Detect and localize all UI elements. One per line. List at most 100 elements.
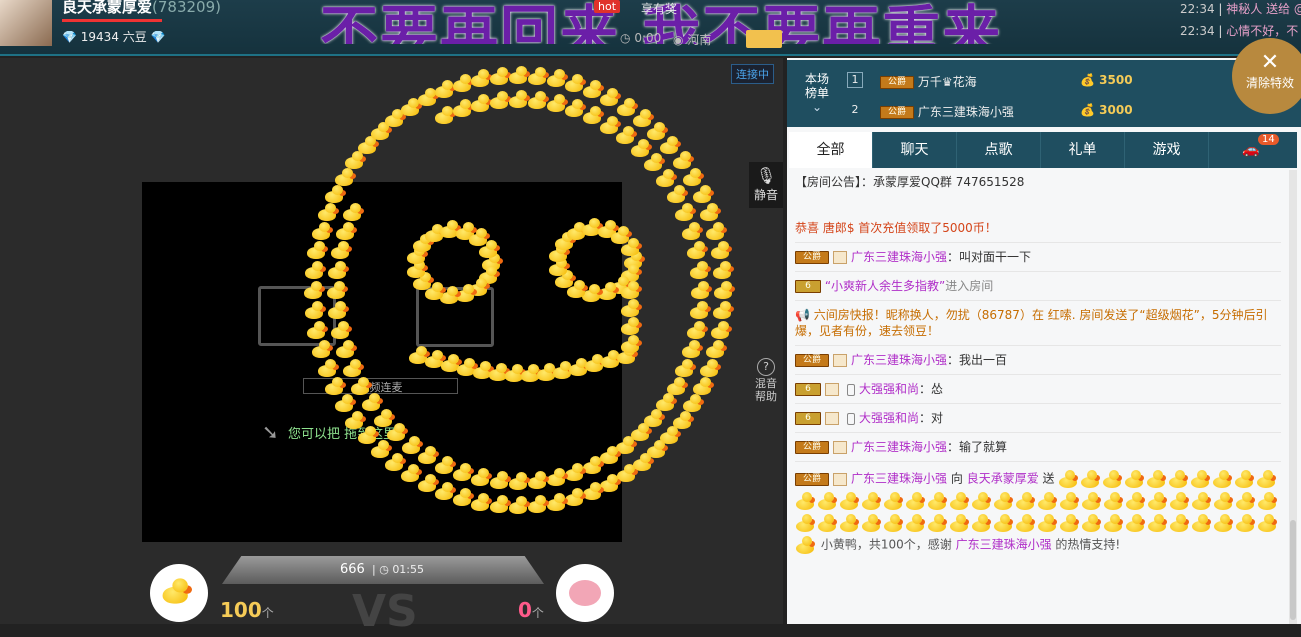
duck-icon: [1169, 513, 1191, 533]
gift-summary-user[interactable]: 广东三建珠海小强: [956, 538, 1052, 552]
duck-icon: [795, 491, 817, 511]
chat-user-name[interactable]: 广东三建珠海小强: [851, 353, 947, 367]
duck-icon: [1103, 491, 1125, 511]
tab-cars[interactable]: 🚗: [1209, 132, 1293, 168]
duck-icon: [1213, 491, 1235, 511]
user-level-icon: [825, 412, 839, 425]
anchor-avatar[interactable]: [0, 0, 52, 46]
duck-icon: [682, 340, 704, 359]
level-progress-bar: [62, 19, 162, 22]
mix-help-button[interactable]: ? 混音帮助: [749, 356, 783, 408]
duck-icon: [509, 496, 531, 515]
duck-icon: [1234, 469, 1256, 489]
chat-message: 公爵 广东三建珠海小强：叫对面干一下: [795, 243, 1281, 272]
beans-count: 💎 19434 六豆 💎: [62, 30, 166, 44]
duck-icon: [706, 222, 728, 241]
duck-gift-button[interactable]: [150, 564, 208, 622]
rank-row[interactable]: 1 公爵 万千♛花海 💰 3500: [847, 67, 1287, 95]
duck-icon: [621, 317, 643, 335]
diamond-icon: 💎: [150, 30, 166, 44]
duck-icon: [330, 241, 353, 260]
question-icon: ?: [757, 358, 775, 376]
chat-message: 6 大强强和尚：怂: [795, 375, 1281, 404]
duck-icon: [528, 471, 550, 490]
duck-icon: [1102, 469, 1124, 489]
clock-icon: | ◷: [372, 563, 393, 576]
chat-text: ：叫对面干一下: [947, 250, 1032, 264]
duck-icon: [1147, 513, 1169, 533]
rank-title[interactable]: 本场榜单: [803, 72, 831, 100]
duck-icon: [489, 471, 512, 490]
duck-icon: [690, 300, 712, 319]
duck-icon: [713, 300, 735, 319]
duck-icon: [839, 491, 861, 511]
duck-icon: [1103, 513, 1125, 533]
chat-text: ：我出一百: [947, 353, 1008, 367]
duck-icon: [335, 340, 358, 359]
tab-all[interactable]: 全部: [789, 132, 873, 168]
chat-text: 进入房间: [945, 279, 994, 293]
duck-icon: [692, 185, 715, 204]
duck-icon: [666, 185, 689, 204]
duke-badge: 公爵: [880, 106, 914, 119]
duck-icon: [1125, 513, 1147, 533]
rank-row[interactable]: 2 公爵 广东三建珠海小强 💰 3000: [847, 97, 1287, 125]
duck-icon: [666, 376, 689, 395]
anchor-name[interactable]: 良天承蒙厚爱(783209): [62, 0, 221, 17]
chat-user-name[interactable]: 广东三建珠海小强: [851, 440, 947, 454]
chat-tabs: 全部 聊天 点歌 礼单 游戏 🚗: [789, 132, 1297, 168]
broadcast-message: 📢 六间房快报！昵称换人，勿扰（86787）在 红嗦. 房间发送了“超级烟花”，…: [795, 301, 1281, 346]
duck-icon: [373, 408, 396, 427]
pig-gift-button[interactable]: [556, 564, 614, 622]
share-reward-link[interactable]: 享有奖: [641, 0, 677, 17]
duck-icon: [304, 300, 327, 319]
tab-gifts[interactable]: 礼单: [1041, 132, 1125, 168]
duck-icon: [1080, 469, 1102, 489]
chat-text: ：输了就算: [947, 440, 1008, 454]
chat-user-name[interactable]: 大强强和尚: [859, 411, 919, 425]
rank-number: 1: [847, 72, 863, 88]
duck-icon: [861, 513, 883, 533]
gift-tile-icon[interactable]: [746, 30, 782, 48]
duck-icon: [1191, 491, 1213, 511]
gift-message: 公爵 广东三建珠海小强 向 良天承蒙厚爱 送 小黄鸭，共100个，感谢 广东三建珠…: [795, 462, 1281, 562]
diamond-icon: 💎: [62, 30, 77, 44]
clear-effects-button[interactable]: ✕ 清除特效: [1232, 38, 1301, 114]
gift-sender[interactable]: 广东三建珠海小强: [851, 472, 947, 486]
duck-icon: [307, 241, 329, 260]
chat-user-name[interactable]: “小爽新人余生多指教”: [825, 279, 945, 293]
duck-icon: [839, 513, 861, 533]
car-icon: 🚗: [1242, 142, 1260, 158]
chevron-down-icon[interactable]: ⌄: [812, 100, 822, 114]
mute-label: 静音: [753, 188, 778, 202]
duck-icon: [883, 491, 905, 511]
duck-icon: [1125, 491, 1147, 511]
duck-icon: [971, 491, 993, 511]
gift-receiver[interactable]: 良天承蒙厚爱: [967, 472, 1039, 486]
tab-chat[interactable]: 聊天: [873, 132, 957, 168]
duck-icon: [675, 203, 697, 222]
duck-icon: [325, 185, 347, 204]
duke-badge: 公爵: [880, 76, 914, 89]
duck-icon: [1190, 469, 1212, 489]
duck-icon: [656, 168, 678, 187]
duck-icon: [1059, 491, 1081, 511]
chat-scroll-thumb[interactable]: [1290, 520, 1296, 620]
chat-user-name[interactable]: 大强强和尚: [859, 382, 919, 396]
rank-value: 💰 3500: [1080, 73, 1133, 87]
tab-songs[interactable]: 点歌: [957, 132, 1041, 168]
duck-icon: [1235, 513, 1257, 533]
duck-icon: [620, 237, 643, 256]
chat-user-name[interactable]: 广东三建珠海小强: [851, 250, 947, 264]
cursor-icon: ➘: [262, 420, 279, 444]
tab-games[interactable]: 游戏: [1125, 132, 1209, 168]
pk-timer: | ◷ 01:55: [372, 563, 425, 576]
duck-icon: [817, 491, 839, 511]
duck-icon: [710, 320, 733, 339]
duck-icon: [795, 513, 817, 533]
duck-icon: [1124, 469, 1146, 489]
mute-button[interactable]: 🎙 静音: [749, 162, 783, 208]
duck-icon: [334, 394, 357, 413]
duck-icon: [949, 491, 971, 511]
rank-value: 💰 3000: [1080, 103, 1133, 117]
